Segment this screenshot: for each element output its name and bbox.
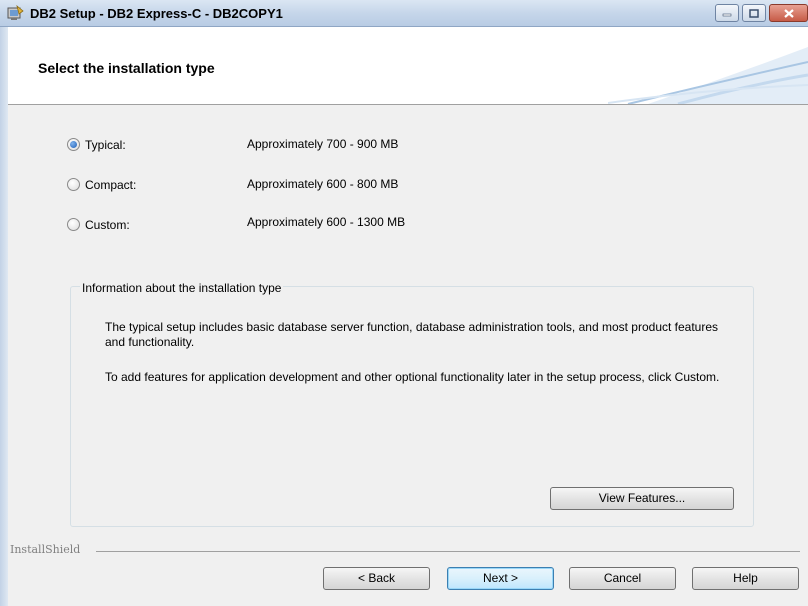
custom-size: Approximately 600 - 1300 MB xyxy=(247,215,406,229)
minimize-icon xyxy=(722,13,732,17)
typical-size: Approximately 700 - 900 MB xyxy=(247,137,399,151)
window-left-border xyxy=(0,27,8,606)
back-button[interactable]: < Back xyxy=(323,567,430,590)
header-divider xyxy=(8,104,808,105)
title-bar[interactable]: DB2 Setup - DB2 Express-C - DB2COPY1 xyxy=(0,0,808,27)
info-paragraph-typical: The typical setup includes basic databas… xyxy=(105,320,719,349)
help-button[interactable]: Help xyxy=(692,567,799,590)
header-swoosh-graphic xyxy=(608,47,808,104)
close-icon xyxy=(783,8,794,18)
custom-radio[interactable] xyxy=(67,218,80,231)
info-paragraph-custom: To add features for application developm… xyxy=(105,370,720,384)
minimize-button[interactable] xyxy=(715,4,739,22)
option-typical[interactable]: Typical: xyxy=(67,136,267,154)
compact-radio[interactable] xyxy=(67,178,80,191)
installshield-brand: InstallShield xyxy=(10,543,81,556)
page-title: Select the installation type xyxy=(38,60,215,76)
info-groupbox-legend: Information about the installation type xyxy=(80,281,284,295)
compact-size: Approximately 600 - 800 MB xyxy=(247,177,399,191)
compact-label: Compact: xyxy=(85,178,137,192)
footer-divider xyxy=(96,551,800,552)
setup-app-icon xyxy=(7,5,24,20)
page-header: Select the installation type xyxy=(8,27,808,104)
option-custom[interactable]: Custom: xyxy=(67,216,267,234)
maximize-button[interactable] xyxy=(742,4,766,22)
custom-label: Custom: xyxy=(85,218,130,232)
view-features-button[interactable]: View Features... xyxy=(550,487,734,510)
typical-label: Typical: xyxy=(85,138,126,152)
maximize-icon xyxy=(749,8,759,18)
close-button[interactable] xyxy=(769,4,808,22)
typical-radio[interactable] xyxy=(67,138,80,151)
next-button[interactable]: Next > xyxy=(447,567,554,590)
option-compact[interactable]: Compact: xyxy=(67,176,267,194)
window-title: DB2 Setup - DB2 Express-C - DB2COPY1 xyxy=(30,6,283,21)
cancel-button[interactable]: Cancel xyxy=(569,567,676,590)
